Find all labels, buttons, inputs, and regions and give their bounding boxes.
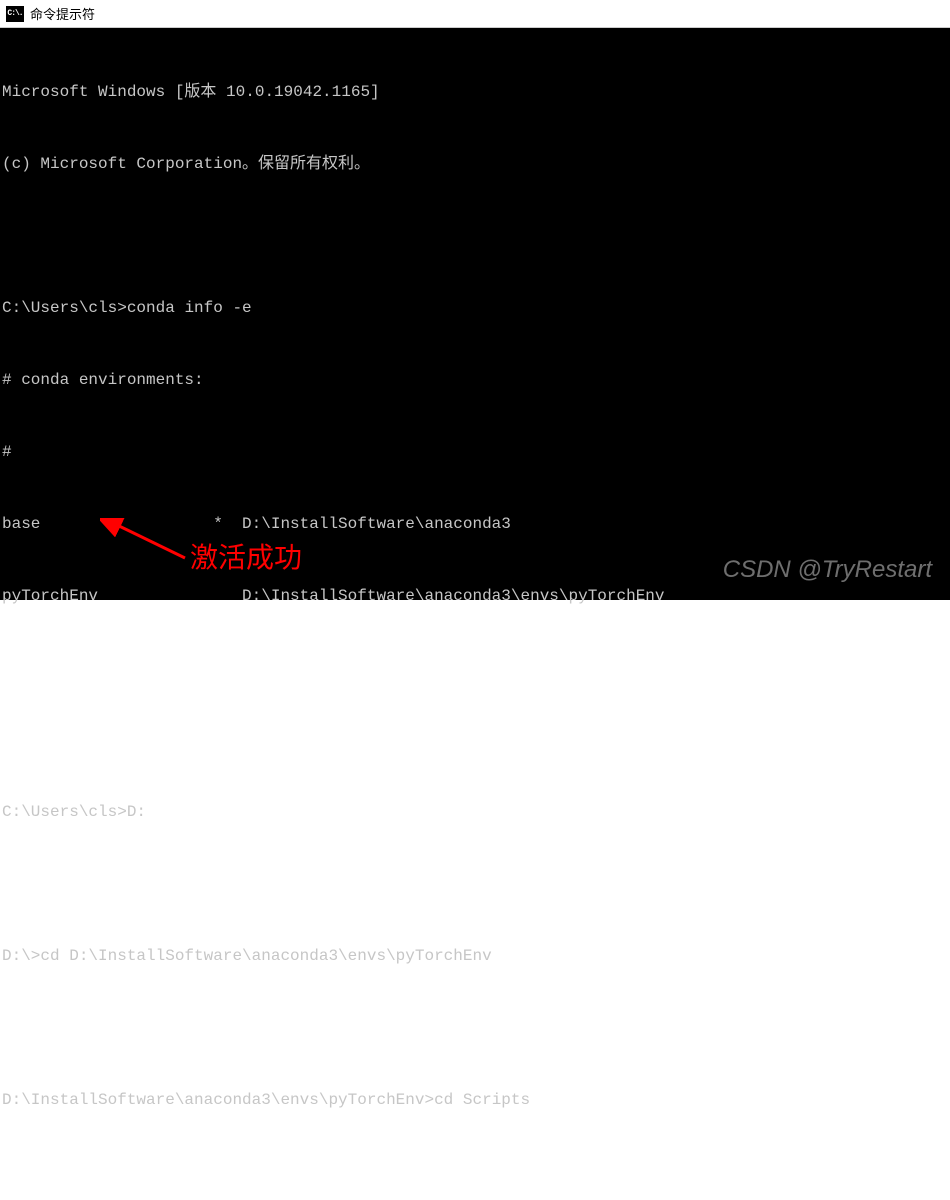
terminal-line: base * D:\InstallSoftware\anaconda3	[0, 512, 950, 536]
terminal-line: #	[0, 440, 950, 464]
prompt: C:\Users\cls>	[2, 299, 127, 317]
title-bar[interactable]: C:\. 命令提示符	[0, 0, 950, 28]
command: conda info -e	[127, 299, 252, 317]
terminal-line: # conda environments:	[0, 368, 950, 392]
terminal-line: pyTorchEnv D:\InstallSoftware\anaconda3\…	[0, 584, 950, 608]
cmd-icon-text: C:\.	[7, 9, 22, 18]
command: cd Scripts	[434, 1091, 530, 1109]
command: cd D:\InstallSoftware\anaconda3\envs\pyT…	[40, 947, 491, 965]
watermark-text: CSDN @TryRestart	[723, 558, 932, 582]
terminal-line	[0, 1016, 950, 1040]
prompt: D:\>	[2, 947, 40, 965]
terminal-line	[0, 728, 950, 752]
prompt: C:\Users\cls>	[2, 803, 127, 821]
command: D:	[127, 803, 146, 821]
cmd-icon: C:\.	[6, 6, 24, 22]
terminal-line	[0, 1160, 950, 1184]
terminal-line: C:\Users\cls>conda info -e	[0, 296, 950, 320]
terminal-line: D:\>cd D:\InstallSoftware\anaconda3\envs…	[0, 944, 950, 968]
terminal-line: D:\InstallSoftware\anaconda3\envs\pyTorc…	[0, 1088, 950, 1112]
terminal-line	[0, 872, 950, 896]
terminal-line: C:\Users\cls>D:	[0, 800, 950, 824]
terminal-line: (c) Microsoft Corporation。保留所有权利。	[0, 152, 950, 176]
terminal-line: Microsoft Windows [版本 10.0.19042.1165]	[0, 80, 950, 104]
terminal-area[interactable]: Microsoft Windows [版本 10.0.19042.1165] (…	[0, 28, 950, 600]
terminal-line	[0, 224, 950, 248]
annotation-label: 激活成功	[190, 546, 302, 570]
window-title: 命令提示符	[30, 4, 95, 23]
prompt: D:\InstallSoftware\anaconda3\envs\pyTorc…	[2, 1091, 434, 1109]
terminal-line	[0, 656, 950, 680]
